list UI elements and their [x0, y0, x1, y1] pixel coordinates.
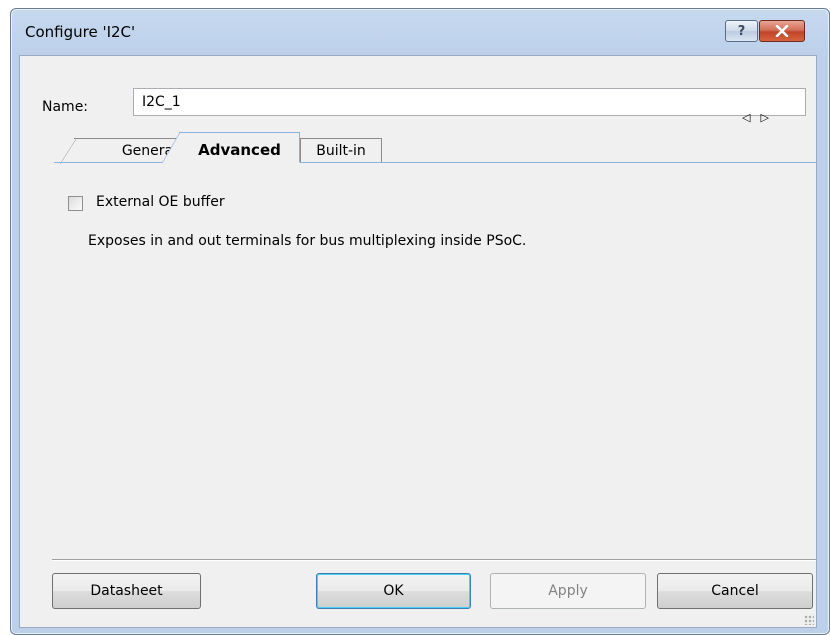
scroll-right-icon[interactable]: ▷	[760, 111, 768, 124]
tab-built-in-label: Built-in	[316, 143, 366, 159]
help-icon: ?	[737, 23, 746, 39]
close-icon	[775, 25, 789, 37]
window-title: Configure 'I2C'	[25, 23, 136, 41]
help-button[interactable]: ?	[725, 20, 758, 42]
tab-advanced[interactable]: Advanced	[162, 132, 300, 163]
external-oe-buffer-description: Exposes in and out terminals for bus mul…	[88, 233, 527, 249]
external-oe-buffer-label[interactable]: External OE buffer	[96, 194, 225, 210]
cancel-button[interactable]: Cancel	[657, 573, 813, 609]
external-oe-buffer-checkbox[interactable]	[68, 196, 83, 211]
name-label: Name:	[42, 99, 89, 115]
scroll-left-icon[interactable]: ◁	[742, 111, 750, 124]
tab-strip: General Built-in Advanced	[54, 132, 816, 164]
tab-scroll-arrows: ◁ ▷	[742, 111, 769, 124]
resize-grip-icon[interactable]	[804, 615, 814, 625]
separator	[52, 559, 816, 561]
name-input[interactable]	[133, 88, 806, 116]
datasheet-button[interactable]: Datasheet	[52, 573, 201, 609]
tab-built-in[interactable]: Built-in	[300, 138, 382, 163]
apply-button[interactable]: Apply	[490, 573, 646, 609]
dialog-client-area: Name: General Built-in Advanced ◁ ▷ Exte…	[19, 55, 817, 628]
close-button[interactable]	[759, 20, 805, 42]
dialog-window: Configure 'I2C' ? Name: General Built-in…	[10, 8, 830, 635]
ok-button[interactable]: OK	[316, 573, 471, 609]
title-bar[interactable]: Configure 'I2C' ?	[11, 9, 829, 55]
tab-advanced-label: Advanced	[198, 141, 281, 159]
